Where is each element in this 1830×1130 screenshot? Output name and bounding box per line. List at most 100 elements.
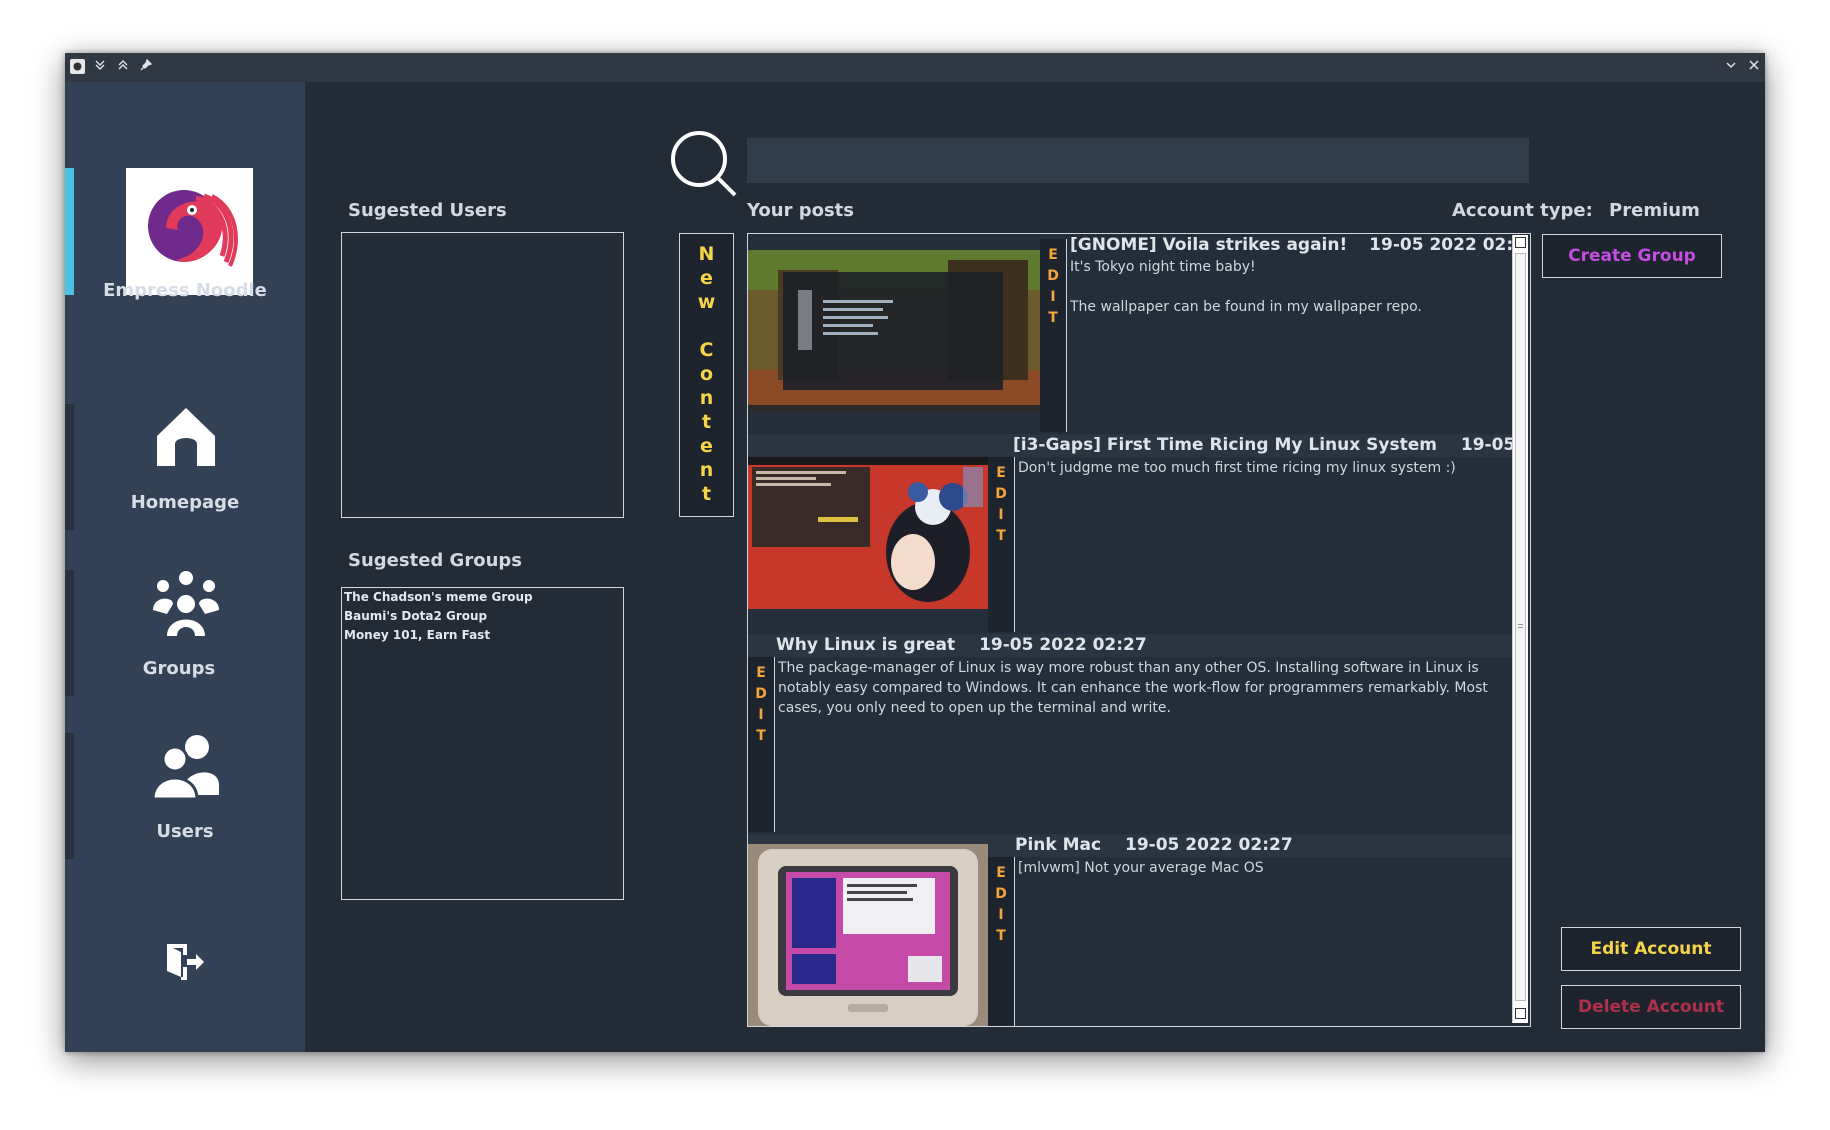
post-text: It's Tokyo night time baby! [1070, 259, 1256, 275]
account-type-value: Premium [1609, 200, 1700, 221]
search-input[interactable] [747, 138, 1529, 183]
post-date: 19-05 2022 [1460, 435, 1514, 455]
list-item[interactable]: Baumi's Dota2 Group [342, 607, 623, 626]
edit-button[interactable]: EDIT [988, 457, 1015, 632]
post-thumbnail[interactable] [748, 457, 988, 609]
new-content-char: o [699, 363, 714, 385]
post-item[interactable]: Pink Mac 19-05 2022 02:27 E D I T [mlvwm… [748, 834, 1514, 1026]
post-title: Why Linux is great [776, 635, 956, 655]
post-title: [i3-Gaps] First Time Ricing My Linux Sys… [1013, 435, 1437, 455]
post-header: [GNOME] Voila strikes again! 19-05 2022 … [1066, 234, 1514, 257]
post-text: The package-manager of Linux is way more… [778, 660, 1488, 716]
post-text: Don't judgme me too much first time rici… [1018, 460, 1456, 476]
post-item[interactable]: Why Linux is great 19-05 2022 02:27 EDIT… [748, 634, 1514, 832]
edit-char: D [995, 886, 1007, 902]
edit-char: E [996, 865, 1006, 881]
post-date: 19-05 2022 02:27 [1125, 835, 1293, 855]
posts-scrollbar[interactable] [1512, 235, 1528, 1023]
account-type-label: Account type: [1452, 200, 1593, 221]
sidebar-item-label: Users [156, 821, 214, 842]
suggested-users-list[interactable] [341, 232, 624, 518]
posts-panel: EDIT [GNOME] Voila strikes again! 19-05 … [747, 233, 1531, 1027]
post-text: The wallpaper can be found in my wallpap… [1070, 299, 1422, 315]
suggested-users-title: Sugested Users [348, 200, 507, 221]
account-type: Account type: Premium [1452, 200, 1700, 221]
list-item[interactable]: Money 101, Earn Fast [342, 626, 623, 645]
new-content-char: e [700, 267, 713, 289]
home-icon [157, 408, 215, 466]
post-body: Don't judgme me too much first time rici… [1018, 458, 1508, 478]
edit-char: E [756, 665, 766, 681]
post-thumbnail[interactable] [748, 250, 1040, 413]
post-body: [mlvwm] Not your average Mac OS [1018, 858, 1508, 878]
sidebar-item-groups[interactable]: Groups [65, 570, 305, 696]
new-content-char: n [699, 387, 714, 409]
pin-icon[interactable] [137, 58, 155, 76]
scroll-up-arrow[interactable] [1515, 237, 1526, 248]
edit-char: I [758, 707, 764, 723]
groups-icon [153, 571, 219, 636]
new-content-char: n [699, 459, 714, 481]
users-icon [153, 735, 219, 799]
app-icon[interactable] [68, 58, 86, 76]
minimize-down-icon[interactable] [91, 58, 109, 76]
scroll-down-arrow[interactable] [1515, 1008, 1526, 1019]
edit-char: T [756, 728, 766, 744]
chevron-down-icon[interactable] [1722, 58, 1740, 76]
sidebar-item-users[interactable]: Users [65, 733, 305, 859]
post-item[interactable]: EDIT [GNOME] Voila strikes again! 19-05 … [748, 234, 1514, 432]
edit-button[interactable]: EDIT [748, 657, 775, 832]
edit-char: D [755, 686, 767, 702]
title-bar [65, 53, 1765, 82]
search-icon[interactable] [669, 129, 739, 199]
new-content-char: e [700, 435, 713, 457]
post-header: Why Linux is great 19-05 2022 02:27 [748, 634, 1514, 657]
profile-name: Empress Noodle [103, 280, 267, 301]
delete-account-button[interactable]: Delete Account [1561, 985, 1741, 1029]
post-thumbnail[interactable] [748, 844, 988, 1026]
edit-char: I [998, 907, 1004, 923]
create-group-button[interactable]: Create Group [1542, 234, 1722, 278]
edit-button[interactable]: EDIT [988, 857, 1015, 1026]
sidebar-item-label: Homepage [130, 492, 240, 513]
post-item[interactable]: [i3-Gaps] First Time Ricing My Linux Sys… [748, 434, 1514, 632]
post-text [1070, 277, 1510, 297]
new-content-char: C [699, 339, 714, 361]
edit-char: I [998, 507, 1004, 523]
sidebar-item-homepage[interactable]: Homepage [65, 404, 305, 530]
post-text: [mlvwm] Not your average Mac OS [1018, 860, 1264, 876]
edit-char: T [996, 928, 1006, 944]
suggested-groups-list[interactable]: The Chadson's meme Group Baumi's Dota2 G… [341, 587, 624, 900]
post-date: 19-05 2022 02:27 [1369, 235, 1514, 255]
new-content-char: w [697, 291, 716, 313]
active-indicator [65, 168, 74, 295]
post-body: The package-manager of Linux is way more… [778, 658, 1508, 718]
sidebar: Empress Noodle Homepage Groups Users [65, 82, 305, 1052]
post-body: It's Tokyo night time baby! The wallpape… [1070, 257, 1510, 317]
avatar[interactable] [126, 168, 253, 295]
edit-char: E [1048, 247, 1058, 263]
maximize-up-icon[interactable] [114, 58, 132, 76]
sidebar-item-label: Groups [142, 658, 216, 679]
post-title: [GNOME] Voila strikes again! [1070, 235, 1348, 255]
new-content-button[interactable]: New Content [679, 233, 734, 517]
list-item[interactable]: The Chadson's meme Group [342, 588, 623, 607]
scroll-thumb[interactable] [1515, 253, 1526, 1001]
post-header: [i3-Gaps] First Time Ricing My Linux Sys… [748, 434, 1514, 457]
edit-button[interactable]: EDIT [1040, 239, 1067, 432]
close-icon[interactable] [1745, 58, 1763, 76]
edit-char: E [996, 465, 1006, 481]
edit-char: I [1050, 289, 1056, 305]
edit-char: D [995, 486, 1007, 502]
new-content-char [680, 314, 733, 338]
new-content-char: t [701, 483, 712, 505]
logout-icon[interactable] [163, 941, 205, 983]
new-content-char: t [701, 411, 712, 433]
edit-char: D [1047, 268, 1059, 284]
suggested-groups-title: Sugested Groups [348, 550, 522, 571]
app-window: Empress Noodle Homepage Groups Users Sug… [65, 53, 1765, 1052]
post-date: 19-05 2022 02:27 [979, 635, 1147, 655]
profile-logo-icon [148, 190, 238, 267]
edit-char: T [1048, 310, 1058, 326]
edit-account-button[interactable]: Edit Account [1561, 927, 1741, 971]
